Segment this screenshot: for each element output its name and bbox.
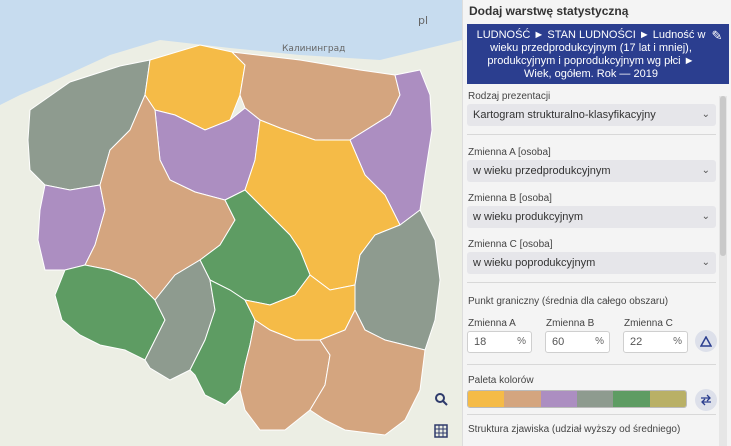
var-b-select-value: w wieku produkcyjnym <box>473 211 584 223</box>
border-b-value: 60 <box>552 336 565 348</box>
divider <box>467 134 716 135</box>
pencil-icon[interactable]: ✎ <box>710 29 724 43</box>
palette-swatch <box>649 391 686 407</box>
color-palette[interactable] <box>467 390 687 408</box>
swap-icon <box>701 394 711 406</box>
panel-title: Dodaj warstwę statystyczną <box>469 4 629 18</box>
palette-swatch <box>540 391 577 407</box>
var-a-select[interactable]: w wieku przedprodukcyjnym ⌄ <box>467 160 716 182</box>
map-country-label: pl <box>418 14 429 27</box>
var-c-select-value: w wieku poprodukcyjnym <box>473 257 596 269</box>
presentation-select-value: Kartogram strukturalno-klasyfikacyjny <box>473 109 656 121</box>
presentation-select[interactable]: Kartogram strukturalno-klasyfikacyjny ⌄ <box>467 104 716 126</box>
border-a-input[interactable]: 18 % <box>467 331 532 353</box>
map-search-button[interactable] <box>430 388 452 410</box>
search-icon <box>435 393 448 406</box>
var-b-select[interactable]: w wieku produkcyjnym ⌄ <box>467 206 716 228</box>
var-c-label: Zmienna C [osoba] <box>468 239 553 250</box>
percent-unit: % <box>673 336 682 347</box>
border-point-label: Punkt graniczny (średnia dla całego obsz… <box>468 296 669 307</box>
layer-path-box[interactable]: LUDNOŚĆ ► STAN LUDNOŚCI ► Ludność w wiek… <box>467 24 729 84</box>
palette-swatch <box>468 391 505 407</box>
scrollbar-thumb[interactable] <box>720 96 726 256</box>
percent-unit: % <box>595 336 604 347</box>
map-svg[interactable] <box>0 0 462 446</box>
grid-icon <box>434 424 448 438</box>
presentation-label: Rodzaj prezentacji <box>468 91 551 102</box>
border-c-input[interactable]: 22 % <box>623 331 688 353</box>
structure-label: Struktura zjawiska (udział wyższy od śre… <box>468 424 681 435</box>
palette-swatch <box>576 391 614 407</box>
chevron-down-icon: ⌄ <box>701 257 710 268</box>
border-a-value: 18 <box>474 336 487 348</box>
border-b-label: Zmienna B <box>546 318 595 329</box>
divider <box>467 282 716 283</box>
divider <box>467 364 716 365</box>
divider <box>467 414 716 415</box>
border-c-label: Zmienna C <box>624 318 673 329</box>
var-a-select-value: w wieku przedprodukcyjnym <box>473 165 611 177</box>
triangle-icon <box>700 335 712 347</box>
map-area[interactable]: pl Калининград <box>0 0 462 446</box>
side-panel: Dodaj warstwę statystyczną LUDNOŚĆ ► STA… <box>462 0 731 446</box>
border-c-value: 22 <box>630 336 643 348</box>
layer-path-text: LUDNOŚĆ ► STAN LUDNOŚCI ► Ludność w wiek… <box>476 29 706 80</box>
chevron-down-icon: ⌄ <box>701 211 710 222</box>
border-a-label: Zmienna A <box>468 318 516 329</box>
chevron-down-icon: ⌄ <box>701 165 710 176</box>
percent-unit: % <box>517 336 526 347</box>
var-a-label: Zmienna A [osoba] <box>468 147 551 158</box>
palette-label: Paleta kolorów <box>468 375 534 386</box>
border-b-input[interactable]: 60 % <box>545 331 610 353</box>
var-b-label: Zmienna B [osoba] <box>468 193 552 204</box>
map-grid-button[interactable] <box>430 420 452 442</box>
reverse-palette-button[interactable] <box>695 389 717 411</box>
map-city-label: Калининград <box>282 44 346 54</box>
palette-swatch <box>504 391 541 407</box>
palette-swatch <box>613 391 650 407</box>
var-c-select[interactable]: w wieku poprodukcyjnym ⌄ <box>467 252 716 274</box>
triangle-diagram-button[interactable] <box>695 330 717 352</box>
chevron-down-icon: ⌄ <box>701 109 710 120</box>
